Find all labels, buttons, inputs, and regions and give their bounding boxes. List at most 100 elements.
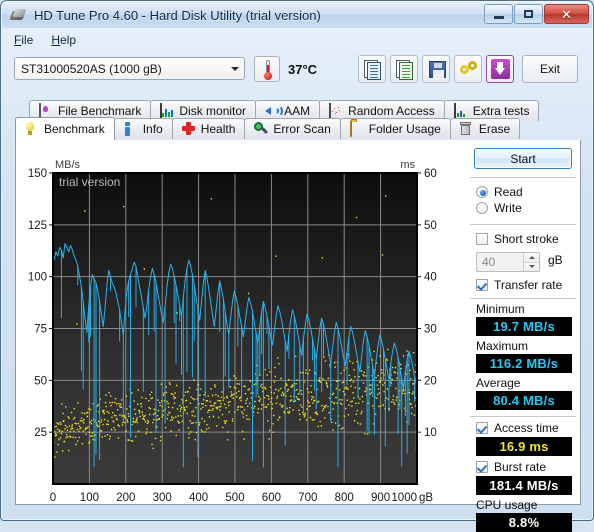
save-button[interactable] bbox=[422, 55, 450, 83]
floppy-save-icon bbox=[429, 61, 446, 78]
toolbar-buttons bbox=[358, 55, 514, 83]
svg-text:200: 200 bbox=[116, 492, 135, 504]
svg-text:60: 60 bbox=[424, 168, 437, 180]
checkbox-short-stroke[interactable]: Short stroke bbox=[468, 231, 578, 247]
tab-folder-usage[interactable]: Folder Usage bbox=[339, 118, 451, 139]
checkbox-burst-rate[interactable]: Burst rate bbox=[468, 459, 578, 475]
svg-text:50: 50 bbox=[424, 220, 437, 232]
divider bbox=[470, 298, 576, 299]
result-maximum-value: 116.2 MB/s bbox=[476, 354, 572, 373]
checkbox-transfer-rate[interactable]: Transfer rate bbox=[468, 277, 578, 293]
gears-icon bbox=[460, 61, 478, 78]
radio-read-indicator bbox=[476, 186, 488, 198]
radio-read[interactable]: Read bbox=[468, 184, 578, 200]
close-icon: ✕ bbox=[561, 6, 572, 22]
chevron-down-icon bbox=[528, 265, 535, 269]
menu-bar: File Help bbox=[5, 29, 589, 50]
result-minimum-label: Minimum bbox=[476, 302, 525, 316]
stepper-up-button[interactable] bbox=[524, 253, 539, 263]
svg-text:trial version: trial version bbox=[59, 175, 120, 189]
extra-tests-icon bbox=[453, 103, 468, 119]
result-burst-rate-value: 181.4 MB/s bbox=[476, 476, 572, 495]
toolbar: ST31000520AS (1000 gB) 37°C Exit bbox=[1, 51, 594, 93]
result-cpu-usage-label: CPU usage bbox=[476, 498, 538, 512]
result-maximum-label: Maximum bbox=[476, 339, 529, 353]
menu-item-file[interactable]: File bbox=[5, 31, 42, 49]
menu-item-help-label-rest: elp bbox=[60, 32, 77, 47]
download-arrow-icon bbox=[491, 59, 510, 79]
svg-text:500: 500 bbox=[225, 492, 244, 504]
radio-write-indicator bbox=[476, 202, 488, 214]
result-minimum-value: 19.7 MB/s bbox=[476, 317, 572, 336]
svg-text:25: 25 bbox=[34, 427, 47, 439]
window-controls: ✕ bbox=[483, 4, 589, 24]
hard-disk-icon bbox=[9, 7, 27, 24]
tab-file-benchmark-label: File Benchmark bbox=[58, 104, 142, 118]
thermometer-icon bbox=[254, 56, 280, 82]
svg-text:0: 0 bbox=[50, 492, 56, 504]
svg-text:20: 20 bbox=[424, 375, 437, 387]
copy-button[interactable] bbox=[358, 55, 386, 83]
svg-text:40: 40 bbox=[424, 272, 437, 284]
copy-graph-button[interactable] bbox=[390, 55, 418, 83]
chevron-up-icon bbox=[528, 255, 535, 259]
copy-icon-front bbox=[367, 62, 381, 80]
divider bbox=[470, 177, 576, 178]
short-stroke-size-value: 40 bbox=[482, 255, 496, 269]
tab-info[interactable]: Info bbox=[113, 118, 173, 139]
window-title: HD Tune Pro 4.60 - Hard Disk Utility (tr… bbox=[34, 7, 321, 23]
options-button[interactable] bbox=[454, 55, 482, 83]
drive-select[interactable]: ST31000520AS (1000 gB) bbox=[14, 57, 245, 80]
chevron-down-icon bbox=[226, 58, 244, 79]
download-button[interactable] bbox=[486, 55, 514, 83]
stepper-down-button[interactable] bbox=[524, 262, 539, 271]
maximize-button[interactable] bbox=[514, 4, 543, 24]
benchmark-panel: trial version 25 50 75 100 125 150 10 20 30 40 50 60… bbox=[15, 140, 581, 532]
app-window: HD Tune Pro 4.60 - Hard Disk Utility (tr… bbox=[0, 0, 594, 532]
start-button[interactable]: Start bbox=[474, 148, 572, 169]
tab-folder-usage-label: Folder Usage bbox=[368, 122, 441, 136]
file-benchmark-icon bbox=[39, 103, 53, 119]
checkbox-access-time-label: Access time bbox=[494, 421, 559, 435]
tab-error-scan-label: Error Scan bbox=[273, 122, 331, 136]
radio-write-label: Write bbox=[494, 201, 522, 215]
radio-write[interactable]: Write bbox=[468, 200, 578, 216]
svg-text:30: 30 bbox=[424, 324, 437, 336]
svg-text:400: 400 bbox=[189, 492, 208, 504]
result-average-value: 80.4 MB/s bbox=[476, 391, 572, 410]
short-stroke-size-stepper[interactable]: 40 bbox=[476, 252, 540, 272]
svg-text:ms: ms bbox=[400, 159, 415, 171]
exit-button-label: Exit bbox=[539, 62, 560, 76]
svg-text:700: 700 bbox=[298, 492, 317, 504]
tab-random-access-label: Random Access bbox=[348, 104, 435, 118]
tab-erase[interactable]: Erase bbox=[449, 118, 521, 139]
checkbox-transfer-rate-label: Transfer rate bbox=[494, 278, 563, 292]
menu-item-help[interactable]: Help bbox=[42, 31, 85, 49]
svg-text:800: 800 bbox=[335, 492, 354, 504]
tab-error-scan[interactable]: Error Scan bbox=[244, 118, 341, 139]
tab-health-label: Health bbox=[200, 122, 236, 136]
exit-button[interactable]: Exit bbox=[522, 55, 578, 83]
minimize-button[interactable] bbox=[484, 4, 513, 24]
tab-health[interactable]: Health bbox=[171, 118, 246, 139]
random-access-icon bbox=[329, 103, 343, 119]
svg-text:MB/s: MB/s bbox=[55, 159, 81, 171]
svg-text:900: 900 bbox=[371, 492, 390, 504]
magnifier-icon bbox=[254, 122, 269, 136]
divider bbox=[470, 416, 576, 417]
checkbox-access-time[interactable]: Access time bbox=[468, 420, 578, 436]
benchmark-chart: trial version 25 50 75 100 125 150 10 20 30 40 50 60… bbox=[16, 140, 466, 505]
menu-item-file-label-rest: ile bbox=[21, 32, 34, 47]
result-access-time-value: 16.9 ms bbox=[476, 437, 572, 456]
red-cross-icon bbox=[182, 122, 196, 136]
tab-benchmark[interactable]: Benchmark bbox=[15, 117, 115, 140]
svg-text:600: 600 bbox=[262, 492, 281, 504]
svg-text:300: 300 bbox=[153, 492, 172, 504]
radio-read-label: Read bbox=[494, 185, 523, 199]
checkbox-access-time-indicator bbox=[476, 422, 488, 434]
stepper-buttons[interactable] bbox=[523, 253, 539, 271]
tab-benchmark-label: Benchmark bbox=[44, 122, 105, 136]
benchmark-chart-svg: trial version 25 50 75 100 125 150 10 20 30 40 50 60… bbox=[28, 159, 437, 504]
tab-extra-tests-label: Extra tests bbox=[472, 104, 530, 118]
close-button[interactable]: ✕ bbox=[544, 4, 589, 24]
